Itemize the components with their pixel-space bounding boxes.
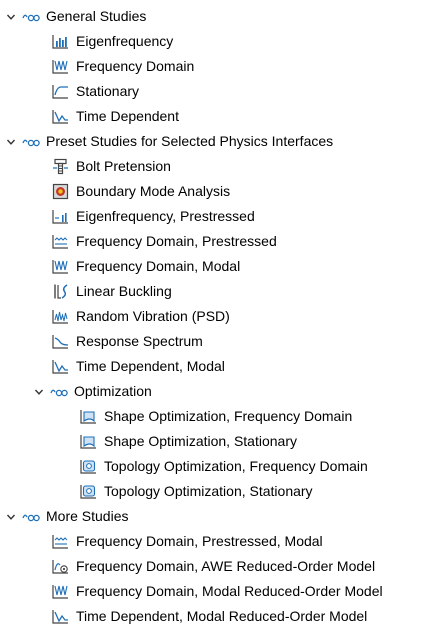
topology-optimization-icon: [80, 483, 97, 500]
study-group-icon: [50, 386, 68, 398]
tree-item-response-spectrum[interactable]: Response Spectrum: [52, 329, 203, 354]
tree-item-label: Frequency Domain, Prestressed, Modal: [76, 533, 323, 549]
tree-item-random-vibration[interactable]: Random Vibration (PSD): [52, 304, 230, 329]
shape-optimization-icon: [80, 433, 97, 450]
tree-item-label: Time Dependent, Modal Reduced-Order Mode…: [76, 608, 368, 624]
tree-item-time-dependent[interactable]: Time Dependent: [52, 104, 179, 129]
tree-item-frequency-domain-modal[interactable]: Frequency Domain, Modal: [52, 254, 240, 279]
tree-item-frequency-domain-prestressed-modal[interactable]: Frequency Domain, Prestressed, Modal: [52, 529, 323, 554]
tree-item-frequency-domain-awe[interactable]: Frequency Domain, AWE Reduced-Order Mode…: [52, 554, 375, 579]
time-dependent-modal-icon: [52, 608, 69, 625]
tree-item-label: Linear Buckling: [76, 283, 172, 299]
study-group-icon: [22, 11, 40, 23]
tree-item-label: Topology Optimization, Frequency Domain: [104, 458, 368, 474]
tree-item-label: Topology Optimization, Stationary: [104, 483, 313, 499]
tree-item-label: Random Vibration (PSD): [76, 308, 230, 324]
tree-item-label: Time Dependent: [76, 108, 179, 124]
time-dependent-modal-icon: [52, 358, 69, 375]
tree-item-shape-optimization-stationary[interactable]: Shape Optimization, Stationary: [80, 429, 297, 454]
tree-item-topology-optimization-stationary[interactable]: Topology Optimization, Stationary: [80, 479, 313, 504]
tree-item-label: Bolt Pretension: [76, 158, 171, 174]
frequency-domain-modal-icon: [52, 583, 69, 600]
bolt-pretension-icon: [52, 158, 69, 175]
tree-item-eigenfrequency[interactable]: Eigenfrequency: [52, 29, 173, 54]
chevron-down-icon[interactable]: [6, 12, 16, 22]
time-dependent-icon: [52, 108, 69, 125]
tree-group-general-studies[interactable]: General Studies: [6, 4, 146, 29]
tree-item-label: Boundary Mode Analysis: [76, 183, 231, 199]
tree-group-label: More Studies: [46, 508, 129, 524]
tree-item-eigenfrequency-prestressed[interactable]: Eigenfrequency, Prestressed: [52, 204, 255, 229]
random-vibration-icon: [52, 308, 69, 325]
frequency-domain-prestressed-icon: [52, 533, 69, 550]
tree-item-label: Frequency Domain, Prestressed: [76, 233, 277, 249]
tree-group-more-studies[interactable]: More Studies: [6, 504, 128, 529]
stationary-icon: [52, 83, 69, 100]
chevron-down-icon[interactable]: [6, 512, 16, 522]
chevron-down-icon[interactable]: [34, 387, 44, 397]
chevron-down-icon[interactable]: [6, 137, 16, 147]
response-spectrum-icon: [52, 333, 69, 350]
tree-item-label: Shape Optimization, Frequency Domain: [104, 408, 353, 424]
awe-reduced-order-icon: [52, 558, 69, 575]
tree-item-bolt-pretension[interactable]: Bolt Pretension: [52, 154, 171, 179]
tree-item-label: Eigenfrequency, Prestressed: [76, 208, 255, 224]
tree-item-frequency-domain[interactable]: Frequency Domain: [52, 54, 194, 79]
tree-item-label: Frequency Domain, AWE Reduced-Order Mode…: [76, 558, 376, 574]
shape-optimization-icon: [80, 408, 97, 425]
tree-item-label: Frequency Domain: [76, 58, 195, 74]
tree-item-label: Frequency Domain, Modal Reduced-Order Mo…: [76, 583, 383, 599]
frequency-domain-icon: [52, 58, 69, 75]
tree-item-frequency-domain-prestressed[interactable]: Frequency Domain, Prestressed: [52, 229, 277, 254]
tree-group-label: General Studies: [46, 8, 147, 24]
tree-group-label: Preset Studies for Selected Physics Inte…: [46, 133, 334, 149]
tree-item-label: Response Spectrum: [76, 333, 203, 349]
tree-item-linear-buckling[interactable]: Linear Buckling: [52, 279, 172, 304]
tree-item-frequency-domain-modal-rom[interactable]: Frequency Domain, Modal Reduced-Order Mo…: [52, 579, 383, 604]
frequency-domain-prestressed-icon: [52, 233, 69, 250]
tree-group-preset-studies[interactable]: Preset Studies for Selected Physics Inte…: [6, 129, 333, 154]
tree-group-optimization[interactable]: Optimization: [34, 379, 152, 404]
tree-group-label: Optimization: [74, 383, 152, 399]
tree-item-boundary-mode-analysis[interactable]: Boundary Mode Analysis: [52, 179, 230, 204]
tree-item-label: Shape Optimization, Stationary: [104, 433, 297, 449]
tree-item-label: Time Dependent, Modal: [76, 358, 225, 374]
tree-item-shape-optimization-frequency-domain[interactable]: Shape Optimization, Frequency Domain: [80, 404, 352, 429]
tree-item-time-dependent-modal[interactable]: Time Dependent, Modal: [52, 354, 225, 379]
study-group-icon: [22, 136, 40, 148]
tree-item-topology-optimization-frequency-domain[interactable]: Topology Optimization, Frequency Domain: [80, 454, 368, 479]
study-group-icon: [22, 511, 40, 523]
linear-buckling-icon: [52, 283, 69, 300]
eigenfrequency-icon: [52, 33, 69, 50]
tree-item-time-dependent-modal-rom[interactable]: Time Dependent, Modal Reduced-Order Mode…: [52, 604, 367, 629]
eigenfrequency-prestressed-icon: [52, 208, 69, 225]
tree-item-stationary[interactable]: Stationary: [52, 79, 139, 104]
frequency-domain-modal-icon: [52, 258, 69, 275]
tree-item-label: Stationary: [76, 83, 140, 99]
tree-item-label: Frequency Domain, Modal: [76, 258, 241, 274]
boundary-mode-analysis-icon: [52, 183, 69, 200]
topology-optimization-icon: [80, 458, 97, 475]
tree-item-label: Eigenfrequency: [76, 33, 174, 49]
